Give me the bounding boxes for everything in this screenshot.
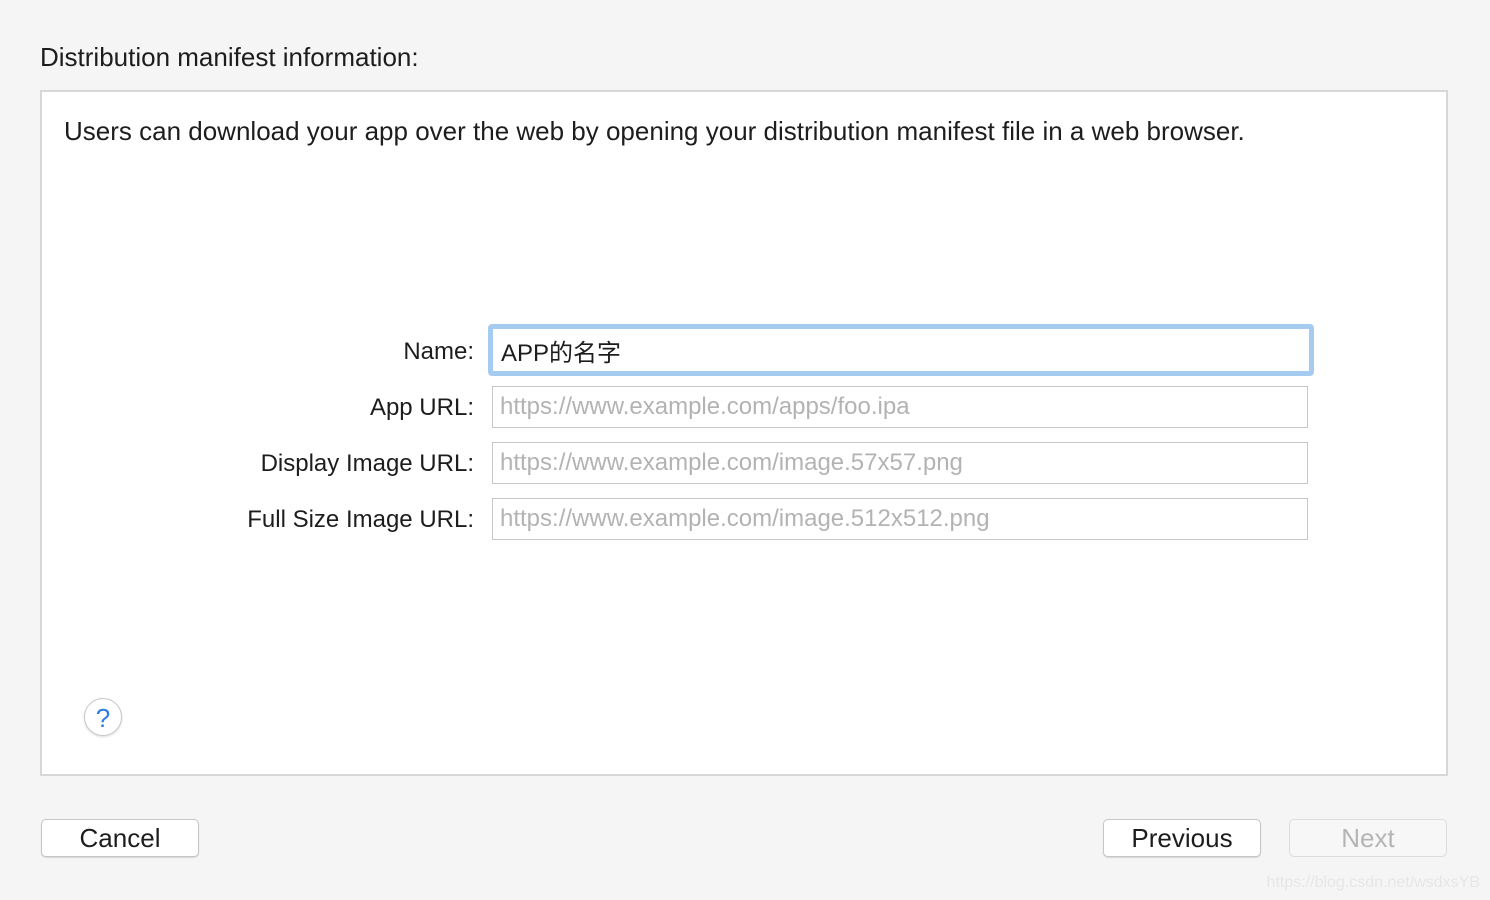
page-title: Distribution manifest information: — [40, 42, 419, 72]
display-image-url-field[interactable] — [492, 442, 1308, 484]
full-size-image-url-field[interactable] — [492, 498, 1308, 540]
full-size-image-url-label: Full Size Image URL: — [247, 506, 474, 533]
name-field[interactable] — [488, 324, 1314, 376]
previous-button[interactable]: Previous — [1103, 819, 1261, 857]
display-image-url-label: Display Image URL: — [260, 450, 474, 477]
watermark: https://blog.csdn.net/wsdxsYB — [1266, 874, 1480, 891]
next-button[interactable]: Next — [1289, 819, 1447, 857]
manifest-panel: Users can download your app over the web… — [40, 90, 1448, 776]
full-size-image-url-row: Full Size Image URL: — [42, 498, 1450, 542]
name-row: Name: — [42, 324, 1450, 376]
app-url-field[interactable] — [492, 386, 1308, 428]
app-url-label: App URL: — [369, 394, 474, 421]
panel-description: Users can download your app over the web… — [64, 116, 1245, 146]
display-image-url-row: Display Image URL: — [42, 442, 1450, 486]
question-icon: ? — [95, 703, 111, 733]
app-url-row: App URL: — [42, 386, 1450, 430]
help-button[interactable]: ? — [84, 698, 122, 736]
cancel-button[interactable]: Cancel — [41, 819, 199, 857]
name-label: Name: — [403, 338, 474, 365]
